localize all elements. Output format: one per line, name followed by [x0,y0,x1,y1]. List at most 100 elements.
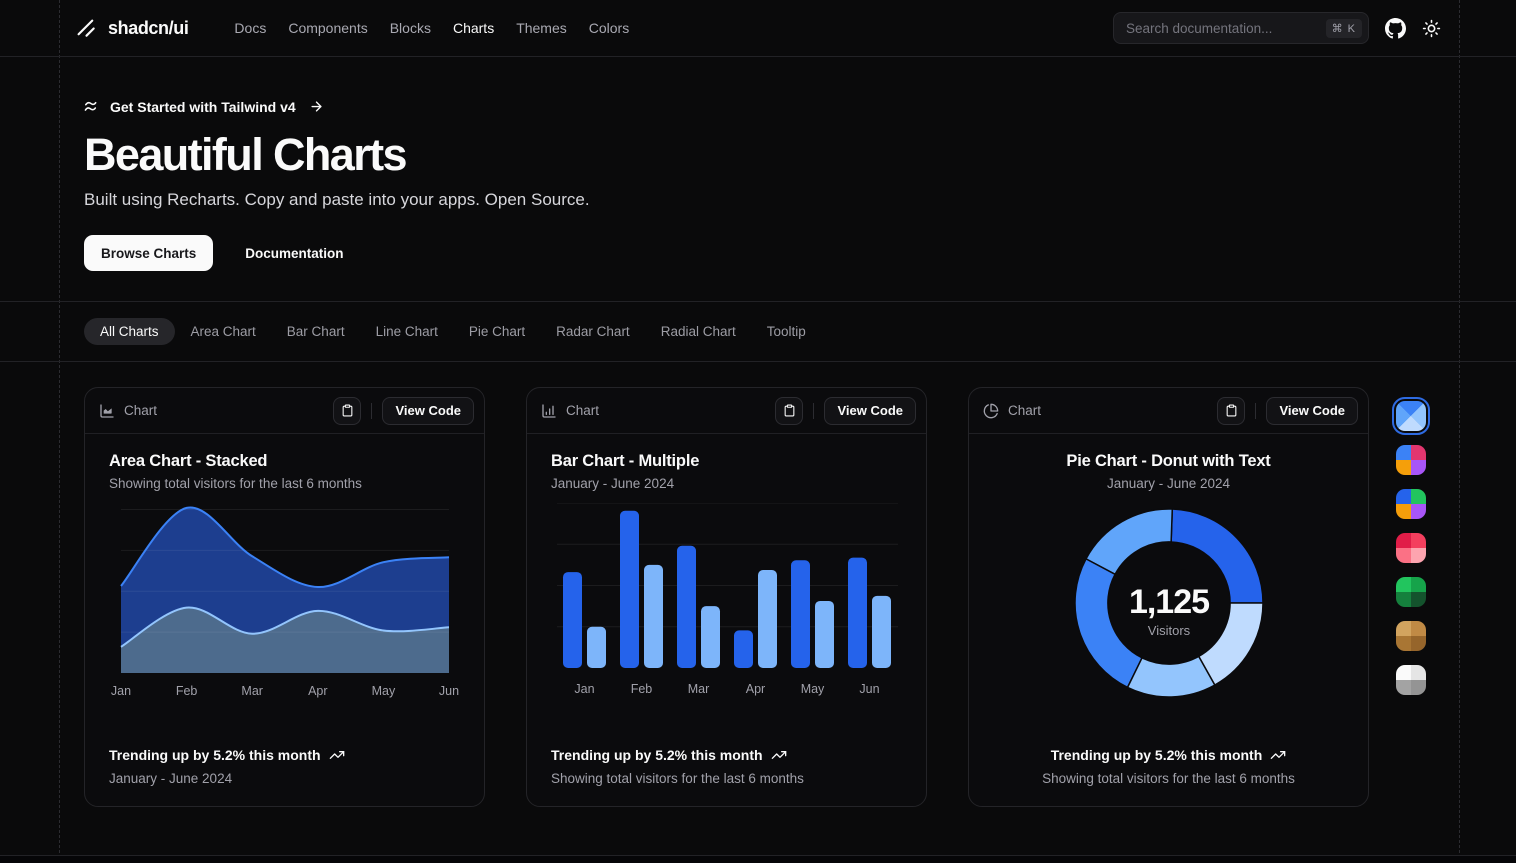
nav-link-components[interactable]: Components [288,20,367,36]
documentation-button[interactable]: Documentation [231,235,357,271]
theme-swatch-multi-green[interactable] [1396,489,1426,519]
theme-swatch-rose[interactable] [1396,533,1426,563]
toolbar-label: Chart [124,403,157,418]
view-code-button[interactable]: View Code [824,397,916,425]
nav-link-charts[interactable]: Charts [453,20,494,36]
toolbar-divider [371,403,372,419]
chart-card-description: January - June 2024 [551,476,902,491]
svg-text:Jun: Jun [859,682,879,696]
chart-card-description: Showing total visitors for the last 6 mo… [109,476,460,491]
view-code-button[interactable]: View Code [1266,397,1358,425]
theme-swatch-amber[interactable] [1396,621,1426,651]
chart-card-title: Bar Chart - Multiple [551,452,902,471]
svg-text:1,125: 1,125 [1128,583,1208,621]
chart-card-title: Area Chart - Stacked [109,452,460,471]
theme-swatch-blue[interactable] [1396,401,1426,431]
toolbar-label: Chart [1008,403,1041,418]
hero-actions: Browse Charts Documentation [84,235,590,271]
announcement-text: Get Started with Tailwind v4 [110,99,296,115]
page-title: Beautiful Charts [84,129,590,181]
nav-link-colors[interactable]: Colors [589,20,629,36]
copy-code-button[interactable] [333,397,361,425]
svg-text:Jun: Jun [439,684,459,698]
card-footer: Trending up by 5.2% this month Showing t… [1042,747,1295,786]
svg-text:Feb: Feb [176,684,198,698]
search-input[interactable]: Search documentation... ⌘ K [1113,12,1369,44]
theme-picker [1396,401,1426,695]
toolbar-divider [1255,403,1256,419]
card-toolbar: Chart View Code [969,388,1368,434]
area-chart-icon [99,403,115,419]
tab-tooltip[interactable]: Tooltip [767,318,806,345]
theme-swatch-multi-rose[interactable] [1396,445,1426,475]
trending-up-icon [329,747,345,763]
svg-text:May: May [372,684,396,698]
svg-text:May: May [801,682,825,696]
tab-radar-chart[interactable]: Radar Chart [556,318,630,345]
footer-sub-text: Showing total visitors for the last 6 mo… [551,771,902,786]
chart-cards-row: Chart View Code Area Chart - Stacked Sho… [84,387,1369,807]
trending-up-icon [771,747,787,763]
copy-code-button[interactable] [775,397,803,425]
announcement-link[interactable]: Get Started with Tailwind v4 [84,98,590,115]
tab-all-charts[interactable]: All Charts [84,318,175,345]
svg-text:Apr: Apr [308,684,327,698]
chart-card-title: Pie Chart - Donut with Text [1066,452,1270,471]
footer-sub-text: January - June 2024 [109,771,460,786]
tailwind-icon [84,98,101,115]
card-toolbar: Chart View Code [85,388,484,434]
search-kbd-shortcut: ⌘ K [1326,19,1362,38]
nav-link-themes[interactable]: Themes [516,20,567,36]
nav-links: Docs Components Blocks Charts Themes Colors [212,20,629,36]
footer-trend-text: Trending up by 5.2% this month [1051,747,1263,763]
bar-chart-plot: Jan Feb Mar Apr May Jun [551,503,902,701]
svg-text:Jan: Jan [111,684,131,698]
brand[interactable]: shadcn/ui [75,17,188,40]
card-pie-chart: Chart View Code Pie Chart - Donut with T… [968,387,1369,807]
github-icon[interactable] [1385,18,1406,39]
chart-filter-bar: All Charts Area Chart Bar Chart Line Chart P… [0,301,1516,362]
nav-icons [1385,18,1441,39]
chart-card-description: January - June 2024 [1107,476,1230,491]
copy-code-button[interactable] [1217,397,1245,425]
tab-area-chart[interactable]: Area Chart [191,318,256,345]
chart-filter-tabs: All Charts Area Chart Bar Chart Line Chart P… [84,318,837,345]
footer-trend-text: Trending up by 5.2% this month [551,747,763,763]
top-nav: shadcn/ui Docs Components Blocks Charts Them… [0,0,1516,57]
theme-toggle-sun-icon[interactable] [1422,19,1441,38]
theme-swatch-mono[interactable] [1396,665,1426,695]
donut-chart-plot: 1,125 Visitors [1069,503,1269,703]
bar-chart-icon [541,403,557,419]
card-footer: Trending up by 5.2% this month January -… [109,747,460,786]
view-code-button[interactable]: View Code [382,397,474,425]
shadcn-logo-icon [75,17,98,40]
hero-section: Get Started with Tailwind v4 Beautiful C… [84,98,590,271]
pie-chart-icon [983,403,999,419]
svg-text:Jan: Jan [574,682,594,696]
tab-line-chart[interactable]: Line Chart [376,318,438,345]
section-bottom-border [0,855,1516,863]
svg-text:Apr: Apr [746,682,765,696]
tab-bar-chart[interactable]: Bar Chart [287,318,345,345]
search-placeholder: Search documentation... [1126,21,1326,36]
svg-text:Visitors: Visitors [1147,623,1190,638]
svg-text:Mar: Mar [241,684,263,698]
svg-text:Feb: Feb [631,682,653,696]
page-left-border [59,0,60,863]
footer-trend-text: Trending up by 5.2% this month [109,747,321,763]
brand-name: shadcn/ui [108,18,188,39]
svg-text:Mar: Mar [688,682,710,696]
theme-swatch-green[interactable] [1396,577,1426,607]
page-subtitle: Built using Recharts. Copy and paste int… [84,190,590,210]
footer-sub-text: Showing total visitors for the last 6 mo… [1042,771,1295,786]
nav-link-blocks[interactable]: Blocks [390,20,431,36]
card-area-chart: Chart View Code Area Chart - Stacked Sho… [84,387,485,807]
tab-radial-chart[interactable]: Radial Chart [661,318,736,345]
card-bar-chart: Chart View Code Bar Chart - Multiple Jan… [526,387,927,807]
area-chart-plot: Jan Feb Mar Apr May Jun [109,503,460,701]
nav-link-docs[interactable]: Docs [234,20,266,36]
tab-pie-chart[interactable]: Pie Chart [469,318,525,345]
card-footer: Trending up by 5.2% this month Showing t… [551,747,902,786]
toolbar-divider [813,403,814,419]
browse-charts-button[interactable]: Browse Charts [84,235,213,271]
